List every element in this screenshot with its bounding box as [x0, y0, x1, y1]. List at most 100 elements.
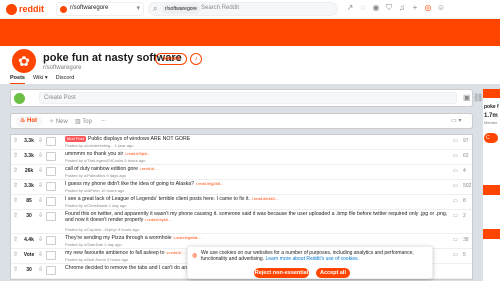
upvote-icon[interactable]: ⇧ [13, 236, 18, 243]
comment-icon[interactable]: ▭ [453, 183, 458, 189]
tab-posts[interactable]: Posts [10, 75, 25, 84]
post-title[interactable]: I guess my phone didn't like the idea of… [65, 181, 455, 187]
post-link[interactable]: i.redd.it/gmlat... [174, 235, 201, 240]
post-title[interactable]: call of duty rainbow edition gore i.redd.… [65, 166, 455, 172]
reddit-logo-icon[interactable] [6, 4, 17, 15]
list-item[interactable]: ⇧ 3.3k ⇩ Mod Post Public displays of wind… [11, 135, 472, 150]
add-icon[interactable]: + [410, 3, 420, 13]
post-thumbnail[interactable] [46, 182, 56, 191]
upvote-icon[interactable]: ⇧ [13, 182, 18, 189]
bell-icon[interactable]: ♪ [190, 53, 202, 65]
downvote-icon[interactable]: ⇩ [38, 182, 43, 189]
comment-icon[interactable]: ▭ [453, 138, 458, 144]
link-icon[interactable]: ⛓ [473, 93, 483, 102]
list-item[interactable]: ⇧ 30 ⇩ Found this on twitter, and appare… [11, 210, 472, 234]
view-toggle-button[interactable]: ▭ ▾ [451, 117, 461, 124]
downvote-icon[interactable]: ⇩ [38, 167, 43, 174]
downvote-icon[interactable]: ⇩ [38, 236, 43, 243]
comment-icon[interactable]: ▭ [453, 198, 458, 204]
community-dropdown[interactable]: r/softwaregore ▾ [56, 2, 144, 16]
post-thumbnail[interactable] [46, 152, 56, 161]
upvote-icon[interactable]: ⇧ [13, 152, 18, 159]
search-scope-chip[interactable]: r/softwaregore [162, 4, 200, 14]
create-post-input[interactable]: Create Post [39, 92, 457, 104]
create-post-button[interactable]: C [484, 133, 498, 143]
search-bar[interactable]: ⌕ r/softwaregore Search Reddit [148, 2, 338, 16]
shield-icon[interactable]: ⛉ [384, 3, 394, 13]
post-title-text: They're sending my Pizza through a wormh… [65, 235, 172, 241]
reddit-wordmark[interactable]: reddit [19, 4, 44, 14]
post-thumbnail[interactable] [46, 137, 56, 146]
upvote-icon[interactable]: ⇧ [13, 197, 18, 204]
downvote-icon[interactable]: ⇩ [38, 212, 43, 219]
upvote-icon[interactable]: ⇧ [13, 137, 18, 144]
image-icon[interactable]: ▣ [463, 93, 471, 102]
vote-count: 30 [26, 213, 32, 219]
post-thumbnail[interactable] [46, 266, 56, 275]
comment-icon[interactable]: ▭ [453, 237, 458, 243]
post-link[interactable]: i.redd.it/lg2b8... [196, 181, 223, 186]
downvote-icon[interactable]: ⇩ [38, 137, 43, 144]
flame-icon: ♨ [20, 118, 28, 124]
list-item[interactable]: ⇧ 3.3k ⇩ ummmm no thank you sir i.redd.it… [11, 150, 472, 165]
advertise-icon[interactable]: ◎ [423, 3, 433, 13]
more-options-button[interactable]: ... [101, 117, 106, 123]
post-link[interactable]: i.redd.it/5jeh... [125, 151, 150, 156]
post-thumbnail[interactable] [46, 251, 56, 260]
post-thumbnail[interactable] [46, 236, 56, 245]
post-thumbnail[interactable] [46, 197, 56, 206]
upvote-icon[interactable]: ⇧ [13, 251, 18, 258]
post-thumbnail[interactable] [46, 167, 56, 176]
sort-hot-button[interactable]: ♨ Hot [16, 116, 43, 127]
post-title[interactable]: Found this on twitter, and apparently it… [65, 211, 455, 223]
cookie-banner: ◍ We use cookies on our websites for a n… [187, 246, 433, 279]
notification-icon[interactable]: ♫ [397, 3, 407, 13]
post-meta: Posted by u/NulLSomn 3 hours ago [65, 257, 129, 262]
avatar[interactable] [14, 93, 25, 104]
search-input[interactable]: Search Reddit [201, 5, 239, 11]
popular-icon[interactable]: ↗ [345, 3, 355, 13]
tab-discord[interactable]: Discord [56, 75, 75, 84]
post-meta: Posted by u/Paleolitics 9 days ago [65, 173, 126, 178]
downvote-icon[interactable]: ⇩ [38, 266, 43, 273]
sort-top-label: Top [82, 119, 92, 125]
cookie-learn-more-link[interactable]: Learn more about Reddit's use of cookies… [265, 256, 359, 262]
comment-icon[interactable]: ▭ [453, 153, 458, 159]
upvote-icon[interactable]: ⇧ [13, 167, 18, 174]
accept-all-button[interactable]: Accept all [316, 268, 350, 278]
comment-icon[interactable]: ▭ [453, 213, 458, 219]
joined-button[interactable]: Joined [155, 53, 187, 65]
comment-icon[interactable]: ▭ [453, 168, 458, 174]
post-link[interactable]: i.redd.it/ir4k0... [252, 196, 278, 201]
comment-icon[interactable]: ▭ [453, 252, 458, 258]
post-thumbnail[interactable] [46, 212, 56, 221]
downvote-icon[interactable]: ⇩ [38, 197, 43, 204]
reject-non-essential-button[interactable]: Reject non-essential [254, 268, 309, 278]
top-header: reddit r/softwaregore ▾ ⌕ r/softwaregore… [0, 0, 500, 19]
tab-wiki[interactable]: Wiki ▾ [33, 75, 48, 84]
downvote-icon[interactable]: ⇩ [38, 251, 43, 258]
list-item[interactable]: ⇧ 26k ⇩ call of duty rainbow edition gor… [11, 165, 472, 180]
user-menu-icon[interactable]: ☺ [436, 3, 446, 13]
post-title[interactable]: They're sending my Pizza through a wormh… [65, 235, 455, 241]
sort-new-label: New [55, 119, 68, 125]
post-title[interactable]: I see a great lack of League of Legends'… [65, 196, 455, 202]
coins-icon[interactable]: ◉ [371, 3, 381, 13]
post-link[interactable]: i.redd.it/... [140, 166, 158, 171]
sidebar-section-header [483, 185, 500, 195]
post-title[interactable]: Mod Post Public displays of windows ARE N… [65, 136, 455, 142]
downvote-icon[interactable]: ⇩ [38, 152, 43, 159]
post-link[interactable]: i.redd.it/4yk5... [145, 217, 171, 222]
upvote-icon[interactable]: ⇧ [13, 212, 18, 219]
sort-new-button[interactable]: ✧ New [49, 118, 68, 125]
list-item[interactable]: ⇧ 3.3k ⇩ I guess my phone didn't like th… [11, 180, 472, 195]
vote-count: 3.3k [24, 138, 34, 144]
post-title[interactable]: ummmm no thank you sir i.redd.it/5jeh... [65, 151, 455, 157]
upvote-icon[interactable]: ⇧ [13, 266, 18, 273]
chat-icon[interactable]: ◌ [358, 3, 368, 13]
post-meta: Posted by u/diPeter 10 hours ago [65, 188, 125, 193]
list-item[interactable]: ⇧ 85 ⇩ I see a great lack of League of L… [11, 195, 472, 210]
sort-top-button[interactable]: ▥ Top [75, 118, 92, 125]
post-link[interactable]: v.redd.it/... [166, 250, 184, 255]
new-icon: ✧ [49, 119, 56, 125]
